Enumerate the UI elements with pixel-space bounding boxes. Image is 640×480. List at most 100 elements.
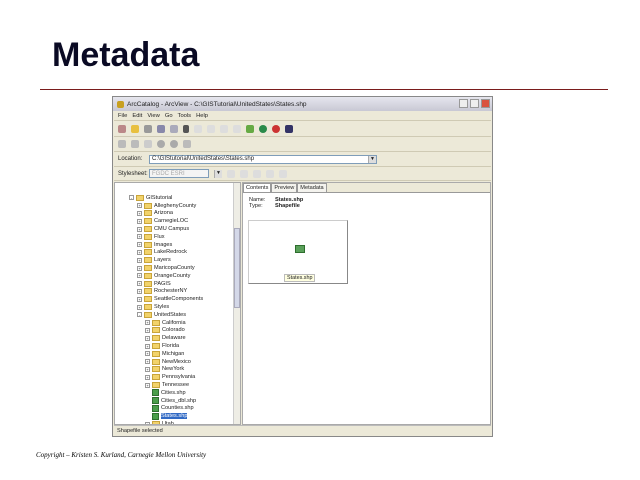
export-metadata-icon[interactable] <box>253 169 261 178</box>
expand-icon[interactable]: + <box>137 273 142 279</box>
tree-scrollbar[interactable] <box>233 183 240 424</box>
import-metadata-icon[interactable] <box>266 169 274 178</box>
expand-icon[interactable]: + <box>137 304 142 310</box>
tab-contents[interactable]: Contents <box>243 183 272 192</box>
chevron-down-icon[interactable]: ▼ <box>368 155 376 163</box>
menu-go[interactable]: Go <box>165 113 173 119</box>
menu-edit[interactable]: Edit <box>132 113 142 119</box>
expand-icon[interactable]: + <box>137 210 142 216</box>
catalog-tree[interactable]: - GIStutorial + AlleghenyCounty + Arizona + Car… <box>114 182 241 425</box>
tree-item[interactable]: Cities.shp <box>115 389 240 397</box>
expand-icon[interactable]: + <box>137 234 142 240</box>
identify-icon[interactable] <box>170 140 178 148</box>
menu-tools[interactable]: Tools <box>178 113 192 119</box>
tree-item[interactable]: + Images <box>115 241 240 249</box>
expand-icon[interactable]: + <box>145 359 150 365</box>
collapse-icon[interactable]: - <box>137 312 142 318</box>
minimize-button[interactable] <box>459 99 468 108</box>
chevron-down-icon[interactable]: ▼ <box>214 169 222 178</box>
close-button[interactable] <box>481 99 490 108</box>
tree-item[interactable]: + Michigan <box>115 350 240 358</box>
expand-icon[interactable]: + <box>137 281 142 287</box>
tree-item[interactable]: + Styles <box>115 303 240 311</box>
tree-item[interactable]: + PAGIS <box>115 280 240 288</box>
tree-item[interactable]: + Colorado <box>115 327 240 335</box>
expand-icon[interactable]: + <box>145 366 150 372</box>
menu-view[interactable]: View <box>147 113 159 119</box>
tree-item[interactable]: + Delaware <box>115 334 240 342</box>
tree-item[interactable]: + Tennessee <box>115 381 240 389</box>
zoom-out-icon[interactable] <box>131 140 139 148</box>
paste-icon[interactable] <box>170 124 178 133</box>
expand-icon[interactable]: + <box>137 242 142 248</box>
tree-item[interactable]: + California <box>115 319 240 327</box>
location-input[interactable]: C:\GIStutorial\UnitedStates\States.shp ▼ <box>149 154 377 164</box>
tree-item[interactable]: + NewYork <box>115 366 240 374</box>
expand-icon[interactable]: + <box>137 249 142 255</box>
help-icon[interactable] <box>285 124 293 133</box>
create-thumbnail-icon[interactable] <box>183 140 191 148</box>
tree-item[interactable]: - GIStutorial <box>115 194 240 202</box>
edit-metadata-icon[interactable] <box>227 169 235 178</box>
tree-item[interactable]: + Layers <box>115 256 240 264</box>
tab-metadata[interactable]: Metadata <box>297 183 327 192</box>
zoom-in-icon[interactable] <box>118 140 126 148</box>
expand-icon[interactable]: + <box>145 382 150 388</box>
expand-icon[interactable]: + <box>145 343 150 349</box>
tree-item[interactable]: + LakeRedrock <box>115 249 240 257</box>
tree-item[interactable]: + RochesterNY <box>115 288 240 296</box>
launch-arcmap-icon[interactable] <box>246 124 254 133</box>
list-icon[interactable] <box>207 124 215 133</box>
menu-help[interactable]: Help <box>196 113 208 119</box>
tree-item[interactable]: + NewMexico <box>115 358 240 366</box>
expand-icon[interactable]: + <box>145 374 150 380</box>
tree-item[interactable]: + CMU Campus <box>115 225 240 233</box>
tree-item[interactable]: + MaricopaCounty <box>115 264 240 272</box>
connect-folder-icon[interactable] <box>118 124 126 133</box>
tree-item[interactable]: + Flux <box>115 233 240 241</box>
expand-icon[interactable]: + <box>137 226 142 232</box>
maximize-button[interactable] <box>470 99 479 108</box>
expand-icon[interactable]: + <box>137 218 142 224</box>
stylesheet-select[interactable]: FGDC ESRI <box>149 169 209 178</box>
app-icon <box>117 100 124 108</box>
update-metadata-icon[interactable] <box>279 169 287 178</box>
expand-icon[interactable]: + <box>137 203 142 209</box>
thumbnails-icon[interactable] <box>233 124 241 133</box>
expand-icon[interactable]: + <box>145 320 150 326</box>
tree-item[interactable]: - UnitedStates <box>115 311 240 319</box>
tree-item[interactable]: + Arizona <box>115 210 240 218</box>
tree-item[interactable]: + Florida <box>115 342 240 350</box>
globe-icon[interactable] <box>259 124 267 133</box>
copy-icon[interactable] <box>157 124 165 133</box>
open-icon[interactable] <box>131 124 139 133</box>
tab-preview[interactable]: Preview <box>271 183 298 192</box>
collapse-icon[interactable]: - <box>129 195 134 201</box>
expand-icon[interactable]: + <box>137 257 142 263</box>
tree-item[interactable]: Cities_dbl.shp <box>115 397 240 405</box>
expand-icon[interactable]: + <box>137 288 142 294</box>
scrollbar-thumb[interactable] <box>234 228 240 308</box>
large-icons-icon[interactable] <box>194 124 202 133</box>
properties-icon[interactable] <box>240 169 248 178</box>
expand-icon[interactable]: + <box>137 296 142 302</box>
tree-item[interactable]: + Pennsylvania <box>115 373 240 381</box>
tree-item[interactable]: + AlleghenyCounty <box>115 202 240 210</box>
full-extent-icon[interactable] <box>157 140 165 148</box>
expand-icon[interactable]: + <box>137 265 142 271</box>
menu-file[interactable]: File <box>118 113 127 119</box>
tree-item[interactable]: Counties.shp <box>115 404 240 413</box>
tree-item[interactable]: + CarnegieLOC <box>115 217 240 225</box>
details-icon[interactable] <box>220 124 228 133</box>
tree-item[interactable]: + SeattleComponents <box>115 295 240 303</box>
thumbnail-item[interactable]: States.shp <box>248 220 348 284</box>
pan-icon[interactable] <box>144 140 152 148</box>
tree-item[interactable]: States.shp <box>115 412 240 420</box>
toolbox-icon[interactable] <box>272 124 280 133</box>
expand-icon[interactable]: + <box>145 351 150 357</box>
disconnect-icon[interactable] <box>144 124 152 133</box>
expand-icon[interactable]: + <box>145 327 150 333</box>
tree-item[interactable]: + OrangeCounty <box>115 272 240 280</box>
delete-icon[interactable] <box>183 124 189 133</box>
expand-icon[interactable]: + <box>145 335 150 341</box>
